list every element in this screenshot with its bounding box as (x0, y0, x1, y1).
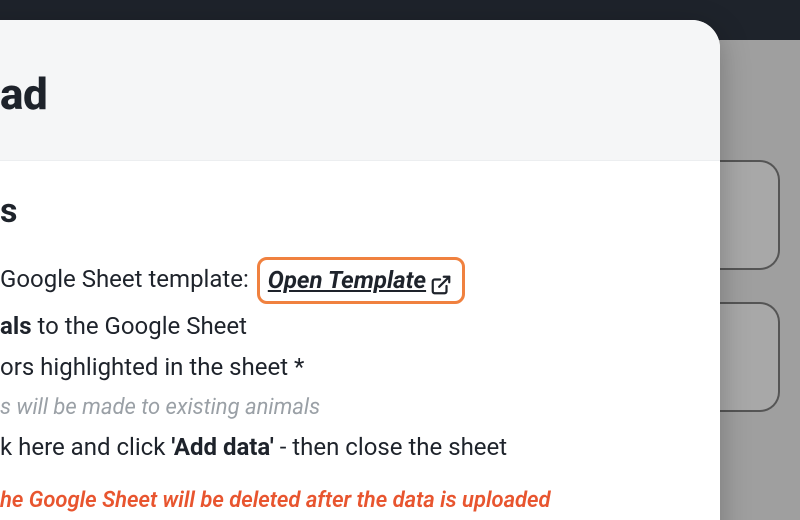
instruction-warning: he Google Sheet will be deleted after th… (0, 484, 680, 518)
instruction-step-3: ors highlighted in the sheet * (0, 349, 680, 386)
upload-modal: ad s Google Sheet template: Open Templat… (0, 20, 720, 520)
modal-body: s Google Sheet template: Open Template a… (0, 161, 720, 520)
step4-rest: - then close the sheet (274, 433, 507, 461)
step4-bold: 'Add data' (171, 433, 273, 461)
step2-rest: to the Google Sheet (32, 312, 247, 340)
instruction-step-2: als to the Google Sheet (0, 308, 680, 345)
instruction-step-4: k here and click 'Add data' - then close… (0, 429, 680, 466)
step4-prefix: k here and click (0, 433, 171, 461)
instructions-heading: s (0, 191, 680, 231)
external-link-icon (430, 270, 452, 292)
open-template-highlight: Open Template (257, 257, 465, 304)
modal-header: ad (0, 20, 720, 161)
instruction-step-1: Google Sheet template: Open Template (0, 257, 680, 304)
open-template-link[interactable]: Open Template (268, 262, 426, 299)
step1-text: Google Sheet template: (0, 265, 249, 293)
instruction-note: s will be made to existing animals (0, 391, 680, 425)
step2-bold: als (0, 312, 32, 340)
modal-title: ad (0, 68, 680, 120)
